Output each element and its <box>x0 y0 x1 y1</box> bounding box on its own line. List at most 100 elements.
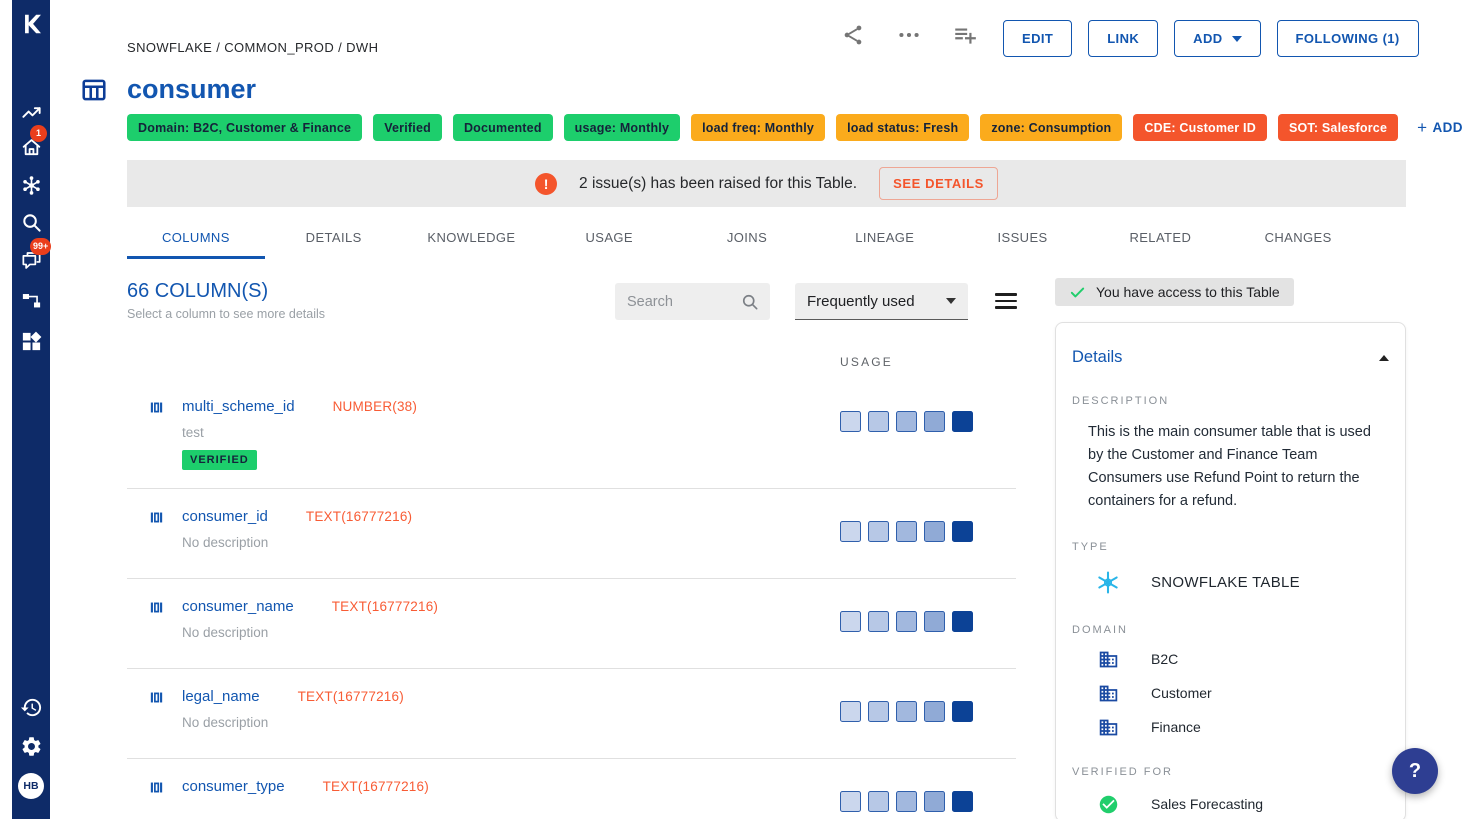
history-icon[interactable] <box>12 694 50 720</box>
app-window: 1 99+ HB SNOWFLAKE / COMMON_PROD / DWH <box>0 0 1470 819</box>
hub-icon[interactable] <box>12 172 50 198</box>
column-name[interactable]: legal_name <box>182 688 260 705</box>
details-panel-title: Details <box>1072 348 1122 367</box>
usage-square-1 <box>840 411 861 432</box>
widgets-icon[interactable] <box>12 328 50 354</box>
column-name[interactable]: consumer_name <box>182 598 294 615</box>
help-button[interactable]: ? <box>1392 748 1438 794</box>
more-options-icon[interactable] <box>896 22 922 48</box>
column-name[interactable]: multi_scheme_id <box>182 398 295 415</box>
playlist-add-icon[interactable] <box>952 22 978 48</box>
tab-bar: COLUMNSDETAILSKNOWLEDGEUSAGEJOINSLINEAGE… <box>127 218 1367 259</box>
usage-square-5 <box>952 611 973 632</box>
tab-usage[interactable]: USAGE <box>540 218 678 259</box>
tab-details[interactable]: DETAILS <box>265 218 403 259</box>
app-logo[interactable] <box>18 11 44 37</box>
type-label: TYPE <box>1072 541 1389 553</box>
column-icon <box>148 779 165 796</box>
access-status-chip: You have access to this Table <box>1055 278 1294 306</box>
search-input[interactable] <box>627 294 740 310</box>
page-title: consumer <box>127 74 256 105</box>
check-icon <box>1069 284 1086 301</box>
usage-square-1 <box>840 791 861 812</box>
usage-square-2 <box>868 791 889 812</box>
tab-issues[interactable]: ISSUES <box>954 218 1092 259</box>
column-count-title: 66 COLUMN(S) <box>127 280 268 303</box>
list-view-icon[interactable] <box>995 293 1017 309</box>
tag-usage-monthly[interactable]: usage: Monthly <box>564 114 680 141</box>
usage-square-2 <box>868 411 889 432</box>
table-row-consumer-id[interactable]: consumer_idTEXT(16777216)No description <box>127 489 1016 579</box>
usage-square-4 <box>924 411 945 432</box>
share-icon[interactable] <box>840 22 866 48</box>
table-row-consumer-name[interactable]: consumer_nameTEXT(16777216)No descriptio… <box>127 579 1016 669</box>
verified-row-sales-forecasting: Sales Forecasting <box>1095 794 1389 815</box>
breadcrumb[interactable]: SNOWFLAKE / COMMON_PROD / DWH <box>127 40 378 55</box>
see-details-button[interactable]: SEE DETAILS <box>879 167 998 200</box>
details-panel-header[interactable]: Details <box>1072 348 1389 367</box>
plus-icon: + <box>1417 118 1427 138</box>
tag-load-freq-monthly[interactable]: load freq: Monthly <box>691 114 825 141</box>
verified-use-case: Sales Forecasting <box>1151 796 1263 812</box>
usage-square-4 <box>924 701 945 722</box>
usage-square-3 <box>896 521 917 542</box>
table-row-legal-name[interactable]: legal_nameTEXT(16777216)No description <box>127 669 1016 759</box>
tag-verified[interactable]: Verified <box>373 114 442 141</box>
access-status-text: You have access to this Table <box>1096 284 1280 300</box>
tag-list: Domain: B2C, Customer & Finance Verified D… <box>127 114 1417 141</box>
description-label: DESCRIPTION <box>1072 395 1389 407</box>
settings-gear-icon[interactable] <box>12 733 50 759</box>
tab-changes[interactable]: CHANGES <box>1229 218 1367 259</box>
tag-zone-consumption[interactable]: zone: Consumption <box>980 114 1122 141</box>
usage-square-4 <box>924 791 945 812</box>
domain-row-b2c[interactable]: B2C <box>1095 649 1389 670</box>
usage-square-1 <box>840 521 861 542</box>
chat-icon[interactable]: 99+ <box>12 247 50 273</box>
tag-cde-customer-id[interactable]: CDE: Customer ID <box>1133 114 1267 141</box>
table-row-consumer-type[interactable]: consumer_typeTEXT(16777216) <box>127 759 1016 819</box>
verified-for-label: VERIFIED FOR <box>1072 766 1389 778</box>
chat-badge: 99+ <box>30 238 51 255</box>
domain-row-customer[interactable]: Customer <box>1095 683 1389 704</box>
analytics-icon[interactable] <box>12 99 50 125</box>
search-icon[interactable] <box>12 209 50 235</box>
home-icon[interactable]: 1 <box>12 134 50 160</box>
tag-sot-salesforce[interactable]: SOT: Salesforce <box>1278 114 1398 141</box>
column-icon <box>148 509 165 526</box>
table-row-multi-scheme-id[interactable]: multi_scheme_idNUMBER(38)testVERIFIED <box>127 390 1016 489</box>
domain-name: Finance <box>1151 719 1201 735</box>
column-verified-badge: VERIFIED <box>182 450 257 470</box>
tab-columns[interactable]: COLUMNS <box>127 218 265 259</box>
tag-domain-b2c-customer-finance[interactable]: Domain: B2C, Customer & Finance <box>127 114 362 141</box>
collapse-caret-icon[interactable] <box>1379 355 1389 361</box>
add-button[interactable]: ADD <box>1174 20 1260 57</box>
type-row: SNOWFLAKE TABLE <box>1095 569 1389 596</box>
issue-banner-text: 2 issue(s) has been raised for this Tabl… <box>579 175 857 193</box>
tree-icon[interactable] <box>12 288 50 314</box>
issue-banner: ! 2 issue(s) has been raised for this Ta… <box>127 160 1406 207</box>
search-icon <box>740 292 760 312</box>
usage-squares <box>840 411 973 432</box>
building-icon <box>1095 717 1121 738</box>
usage-square-2 <box>868 701 889 722</box>
column-name[interactable]: consumer_type <box>182 778 285 795</box>
usage-square-4 <box>924 611 945 632</box>
tab-joins[interactable]: JOINS <box>678 218 816 259</box>
link-button[interactable]: LINK <box>1088 20 1158 57</box>
domain-row-finance[interactable]: Finance <box>1095 717 1389 738</box>
following-button[interactable]: FOLLOWING (1) <box>1277 20 1419 57</box>
user-avatar[interactable]: HB <box>18 773 44 799</box>
tag-load-status-fresh[interactable]: load status: Fresh <box>836 114 969 141</box>
tab-related[interactable]: RELATED <box>1091 218 1229 259</box>
column-name[interactable]: consumer_id <box>182 508 268 525</box>
add-tag-button[interactable]: +ADD <box>1417 118 1463 138</box>
edit-button[interactable]: EDIT <box>1003 20 1072 57</box>
sort-dropdown[interactable]: Frequently used <box>795 283 968 320</box>
usage-square-3 <box>896 611 917 632</box>
building-icon <box>1095 683 1121 704</box>
column-search[interactable] <box>615 283 770 320</box>
tab-knowledge[interactable]: KNOWLEDGE <box>403 218 541 259</box>
tag-documented[interactable]: Documented <box>453 114 553 141</box>
column-list: multi_scheme_idNUMBER(38)testVERIFIEDcon… <box>127 390 1016 819</box>
tab-lineage[interactable]: LINEAGE <box>816 218 954 259</box>
